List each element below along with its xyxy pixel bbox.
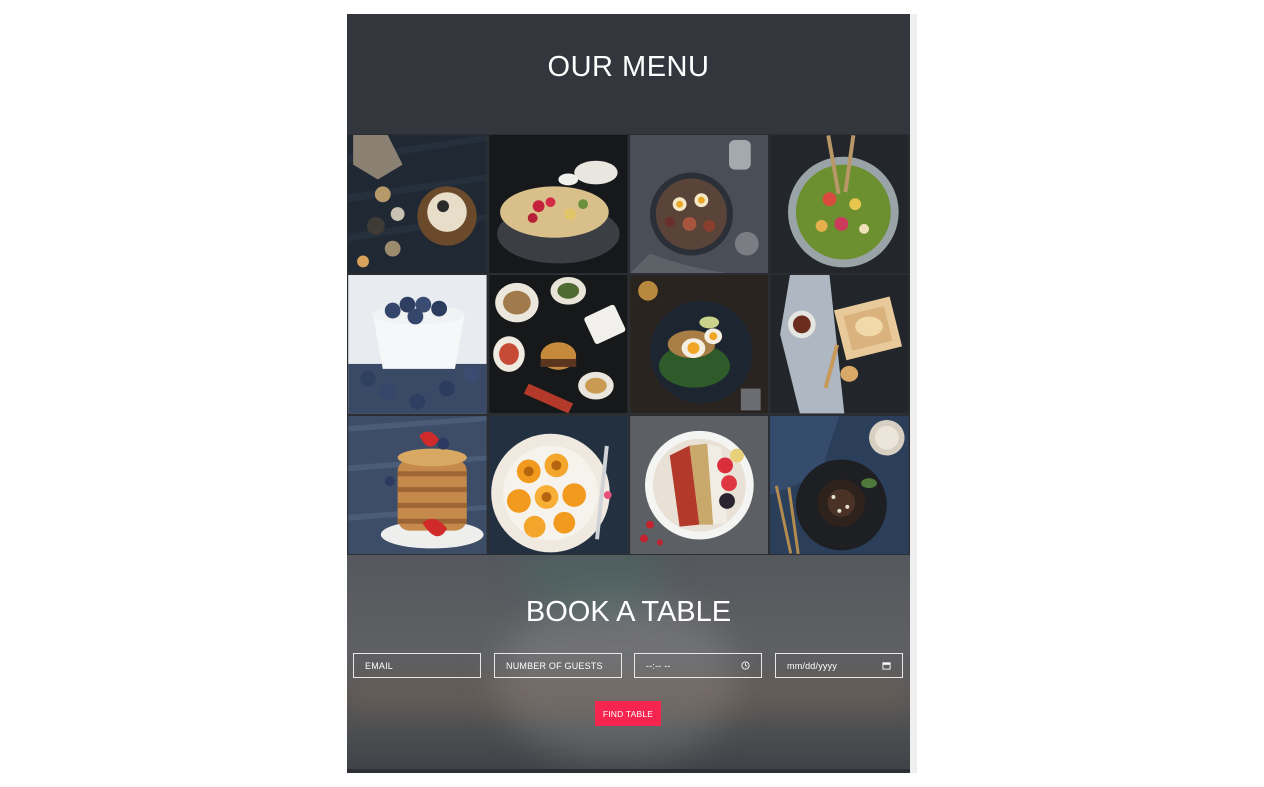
menu-header: OUR MENU	[347, 14, 910, 134]
egg-toast-photo	[629, 275, 769, 414]
date-field[interactable]: mm/dd/yyyy	[775, 653, 903, 678]
menu-item-chocolate-dessert[interactable]	[769, 414, 910, 555]
time-field[interactable]: --:-- --	[634, 653, 762, 678]
time-field-value: --:-- --	[646, 660, 671, 671]
menu-item-berry-smoothie-bowl[interactable]	[628, 414, 770, 555]
menu-item-breakfast-table[interactable]	[347, 134, 488, 275]
restaurant-page: OUR MENU BOOK A TABLE EMAIL NUMBER OF GU…	[347, 14, 910, 773]
menu-item-green-salad[interactable]	[769, 134, 910, 275]
book-table-title: BOOK A TABLE	[525, 596, 732, 628]
menu-item-blueberries[interactable]	[347, 274, 488, 415]
pancake-stack-photo	[348, 415, 487, 554]
menu-item-egg-toast[interactable]	[628, 274, 770, 415]
email-field[interactable]: EMAIL	[353, 653, 481, 678]
booking-form: EMAIL NUMBER OF GUESTS --:-- -- mm/dd/yy…	[353, 653, 904, 678]
breakfast-table-photo	[348, 135, 487, 274]
menu-item-burger-platter[interactable]	[487, 274, 629, 415]
pastry-dip-photo	[770, 275, 909, 414]
menu-title: OUR MENU	[547, 50, 710, 83]
menu-item-pastry-dip[interactable]	[769, 274, 910, 415]
grain-bowl-photo	[488, 135, 628, 274]
blueberries-bowl-photo	[348, 275, 487, 414]
menu-item-grain-bowl[interactable]	[487, 134, 629, 275]
menu-item-figs-eggs-plate[interactable]	[628, 134, 770, 275]
footer-edge	[347, 769, 910, 773]
calendar-icon[interactable]	[882, 661, 891, 670]
guests-field[interactable]: NUMBER OF GUESTS	[494, 653, 622, 678]
find-table-button[interactable]: FIND TABLE	[595, 701, 661, 726]
figs-eggs-plate-photo	[629, 135, 769, 274]
date-field-value: mm/dd/yyyy	[787, 660, 838, 671]
peach-plate-photo	[488, 415, 628, 554]
menu-item-peach-plate[interactable]	[487, 414, 629, 555]
scrollbar-track[interactable]	[910, 14, 917, 773]
menu-item-pancake-stack[interactable]	[347, 414, 488, 555]
book-table-section: BOOK A TABLE EMAIL NUMBER OF GUESTS --:-…	[347, 555, 910, 773]
clock-icon[interactable]	[741, 661, 750, 670]
email-field-placeholder: EMAIL	[365, 660, 394, 671]
menu-gallery	[347, 134, 910, 555]
berry-smoothie-bowl-photo	[629, 415, 769, 554]
guests-field-placeholder: NUMBER OF GUESTS	[506, 660, 603, 671]
chocolate-dessert-photo	[770, 415, 909, 554]
burger-platter-photo	[488, 275, 628, 414]
green-salad-bowl-photo	[770, 135, 909, 274]
